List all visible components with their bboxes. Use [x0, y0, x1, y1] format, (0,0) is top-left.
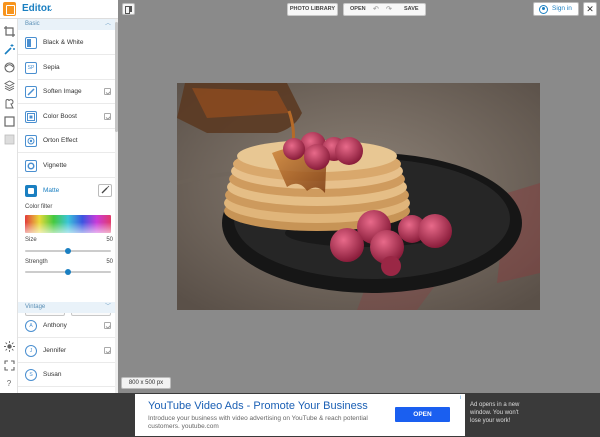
layers-icon[interactable] [3, 80, 15, 92]
filter-color-boost[interactable]: Color Boost [18, 105, 115, 129]
filter-label: Anthony [43, 322, 67, 329]
filter-black-white[interactable]: Black & White [18, 31, 115, 55]
premium-checkbox-icon [104, 113, 111, 120]
redo-icon[interactable]: ↷ [386, 4, 392, 15]
ad-open-button[interactable]: OPEN [395, 407, 450, 422]
color-filter-label: Color filter [25, 204, 53, 210]
filter-label: Jennifer [43, 347, 67, 354]
brightness-icon[interactable] [3, 341, 15, 353]
texture-icon[interactable] [3, 134, 15, 146]
crop-icon[interactable] [3, 26, 15, 38]
help-icon[interactable]: ? [3, 378, 15, 390]
black-white-thumb-icon [25, 37, 37, 49]
filter-label: Orton Effect [43, 137, 78, 144]
filter-label: Black & White [43, 39, 84, 46]
premium-checkbox-icon [104, 88, 111, 95]
filter-sepia[interactable]: SP Sepia [18, 56, 115, 80]
toggle-panel-button[interactable] [122, 3, 135, 15]
photo-library-button[interactable]: PHOTO LIBRARY [287, 3, 338, 16]
open-button[interactable]: OPEN [350, 4, 366, 15]
undo-icon[interactable]: ↶ [373, 4, 379, 15]
premium-checkbox-icon [104, 322, 111, 329]
size-value: 50 [106, 237, 113, 243]
photo-canvas[interactable] [177, 83, 540, 310]
filter-vignette[interactable]: Vignette [18, 154, 115, 178]
sign-in-label: Sign in [552, 5, 572, 12]
stickers-icon[interactable] [3, 98, 15, 110]
panel-scrollbar-thumb[interactable] [115, 22, 118, 132]
frame-icon[interactable] [3, 116, 15, 128]
ad-info-icon[interactable]: i [457, 395, 464, 402]
file-actions-group: OPEN ↶ ↷ SAVE [343, 3, 426, 16]
filter-orton-effect[interactable]: Orton Effect [18, 129, 115, 153]
chevron-down-icon: ﹀ [104, 304, 111, 310]
orton-thumb-icon [25, 135, 37, 147]
filter-anthony[interactable]: A Anthony [18, 314, 115, 338]
filter-label: Matte [43, 187, 60, 194]
chevron-up-icon: ︿ [104, 21, 111, 27]
filter-matte[interactable]: Matte [18, 179, 115, 203]
app-logo-icon [3, 2, 16, 16]
strength-label: Strength [25, 259, 48, 265]
jennifer-thumb-icon: J [25, 345, 37, 357]
filter-soften-image[interactable]: Soften Image [18, 80, 115, 104]
size-slider-handle[interactable] [65, 248, 71, 254]
filter-label: Soften Image [43, 88, 82, 95]
filter-label: Susan [43, 371, 62, 378]
color-filter-picker[interactable] [25, 215, 111, 233]
premium-checkbox-icon [104, 347, 111, 354]
chevron-down-icon[interactable]: ⌄ [47, 4, 54, 13]
matte-thumb-icon [25, 185, 37, 197]
image-size-badge: 800 x 500 px [121, 377, 171, 389]
strength-slider-handle[interactable] [65, 269, 71, 275]
filter-panel: Basic ︿ Black & White SP Sepia Soften Im… [18, 19, 118, 393]
anthony-thumb-icon: A [25, 320, 37, 332]
pancake-photo [177, 83, 540, 310]
save-button[interactable]: SAVE [404, 4, 419, 15]
ad-description: Introduce your business with video adver… [148, 415, 368, 430]
vignette-thumb-icon [25, 160, 37, 172]
ad-title[interactable]: YouTube Video Ads - Promote Your Busines… [148, 400, 368, 412]
magic-wand-icon[interactable] [3, 44, 15, 56]
filter-label: Sepia [43, 64, 60, 71]
face-icon[interactable] [3, 62, 15, 74]
sepia-thumb-icon: SP [25, 62, 37, 74]
filter-susan[interactable]: S Susan [18, 363, 115, 387]
section-basic-label: Basic [25, 21, 40, 27]
fullscreen-icon[interactable] [3, 360, 15, 372]
strength-value: 50 [106, 259, 113, 265]
section-basic-header[interactable]: Basic ︿ [18, 19, 115, 30]
sign-in-button[interactable]: Sign in [533, 2, 579, 16]
ad-note: Ad opens in a new window. You won't lose… [470, 402, 520, 424]
user-icon [539, 5, 548, 14]
color-boost-thumb-icon [25, 111, 37, 123]
brush-icon[interactable] [98, 184, 112, 197]
filter-label: Vignette [43, 162, 67, 169]
editor-header: Editor ⌄ [0, 0, 118, 19]
filter-jennifer[interactable]: J Jennifer [18, 339, 115, 363]
susan-thumb-icon: S [25, 369, 37, 381]
section-vintage-label: Vintage [25, 304, 46, 310]
filter-label: Color Boost [43, 113, 77, 120]
close-button[interactable]: ✕ [583, 2, 597, 16]
tool-rail: ? [0, 19, 18, 393]
section-vintage-header[interactable]: Vintage ﹀ [18, 302, 115, 313]
size-label: Size [25, 237, 37, 243]
soften-thumb-icon [25, 86, 37, 98]
